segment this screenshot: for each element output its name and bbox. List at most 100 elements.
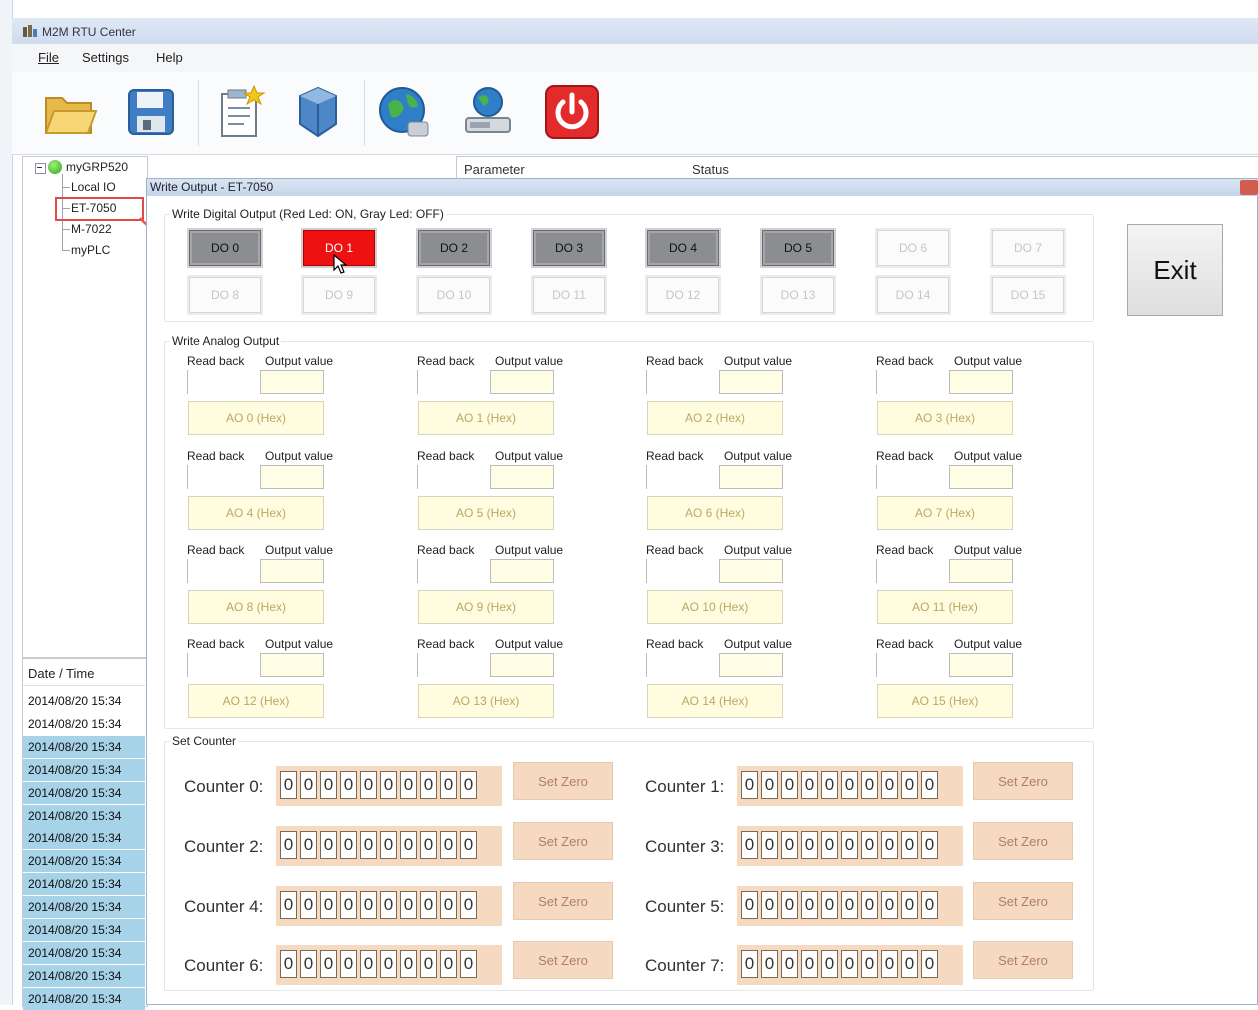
- log-row[interactable]: 2014/08/20 15:34: [23, 713, 145, 735]
- output-value-input[interactable]: [949, 653, 1013, 677]
- ao-write-button-13[interactable]: AO 13 (Hex): [418, 684, 554, 718]
- do-button-4[interactable]: DO 4: [647, 230, 719, 266]
- counter-digit: 0: [921, 891, 938, 919]
- do-button-10[interactable]: DO 10: [418, 277, 490, 313]
- column-header-status[interactable]: Status: [692, 162, 729, 177]
- ao-write-button-4[interactable]: AO 4 (Hex): [188, 496, 324, 530]
- log-row[interactable]: 2014/08/20 15:34: [23, 941, 145, 964]
- ao-write-button-1[interactable]: AO 1 (Hex): [418, 401, 554, 435]
- ao-write-button-12[interactable]: AO 12 (Hex): [188, 684, 324, 718]
- ao-write-button-5[interactable]: AO 5 (Hex): [418, 496, 554, 530]
- menu-help[interactable]: Help: [156, 50, 183, 65]
- save-icon[interactable]: [121, 82, 181, 142]
- ao-write-button-7[interactable]: AO 7 (Hex): [877, 496, 1013, 530]
- output-value-input[interactable]: [260, 465, 324, 489]
- app-icon: [23, 25, 37, 37]
- do-button-15[interactable]: DO 15: [992, 277, 1064, 313]
- do-button-8[interactable]: DO 8: [189, 277, 261, 313]
- web-globe-icon[interactable]: [374, 82, 434, 142]
- do-button-0[interactable]: DO 0: [189, 230, 261, 266]
- log-row[interactable]: 2014/08/20 15:34: [23, 850, 145, 873]
- log-header-date-time[interactable]: Date / Time: [23, 662, 145, 686]
- open-folder-icon[interactable]: [40, 82, 100, 142]
- log-row[interactable]: 2014/08/20 15:34: [23, 873, 145, 896]
- output-value-input[interactable]: [719, 370, 783, 394]
- module-icon[interactable]: [288, 82, 348, 142]
- counter-display-6: 0000000000: [276, 945, 502, 985]
- output-value-input[interactable]: [490, 370, 554, 394]
- counter-digit: 0: [420, 831, 437, 859]
- do-button-6[interactable]: DO 6: [877, 230, 949, 266]
- log-row[interactable]: 2014/08/20 15:34: [23, 735, 145, 758]
- set-zero-button-4[interactable]: Set Zero: [513, 882, 613, 920]
- ao-write-button-11[interactable]: AO 11 (Hex): [877, 590, 1013, 624]
- output-value-input[interactable]: [949, 559, 1013, 583]
- ao-write-button-8[interactable]: AO 8 (Hex): [188, 590, 324, 624]
- set-zero-button-1[interactable]: Set Zero: [973, 762, 1073, 800]
- output-value-input[interactable]: [949, 370, 1013, 394]
- output-value-label: Output value: [495, 354, 564, 368]
- ao-write-button-0[interactable]: AO 0 (Hex): [188, 401, 324, 435]
- ao-write-button-3[interactable]: AO 3 (Hex): [877, 401, 1013, 435]
- do-button-2[interactable]: DO 2: [418, 230, 490, 266]
- tree-root-mygrp520[interactable]: myGRP520: [66, 160, 128, 174]
- output-value-input[interactable]: [949, 465, 1013, 489]
- column-header-parameter[interactable]: Parameter: [464, 162, 525, 177]
- set-zero-button-0[interactable]: Set Zero: [513, 762, 613, 800]
- do-button-11[interactable]: DO 11: [533, 277, 605, 313]
- log-row[interactable]: 2014/08/20 15:34: [23, 919, 145, 941]
- output-value-input[interactable]: [719, 465, 783, 489]
- output-value-input[interactable]: [260, 370, 324, 394]
- set-zero-button-7[interactable]: Set Zero: [973, 941, 1073, 979]
- log-row[interactable]: 2014/08/20 15:34: [23, 827, 145, 850]
- new-project-icon[interactable]: [210, 82, 270, 142]
- do-button-7[interactable]: DO 7: [992, 230, 1064, 266]
- collapse-toggle-icon[interactable]: [35, 163, 46, 174]
- ao-write-button-14[interactable]: AO 14 (Hex): [647, 684, 783, 718]
- output-value-input[interactable]: [260, 653, 324, 677]
- output-value-input[interactable]: [490, 653, 554, 677]
- output-value-input[interactable]: [719, 559, 783, 583]
- ao-write-button-2[interactable]: AO 2 (Hex): [647, 401, 783, 435]
- set-zero-button-3[interactable]: Set Zero: [973, 822, 1073, 860]
- log-row[interactable]: 2014/08/20 15:34: [23, 758, 145, 781]
- do-button-14[interactable]: DO 14: [877, 277, 949, 313]
- exit-button[interactable]: Exit: [1127, 224, 1223, 316]
- tree-item-myplc[interactable]: myPLC: [71, 243, 110, 257]
- log-row[interactable]: 2014/08/20 15:34: [23, 781, 145, 804]
- tree-item-local-io[interactable]: Local IO: [71, 180, 116, 194]
- do-button-9[interactable]: DO 9: [303, 277, 375, 313]
- read-back-field: [417, 465, 487, 489]
- network-drive-icon[interactable]: [458, 82, 518, 142]
- output-value-input[interactable]: [490, 559, 554, 583]
- counter-label-7: Counter 7:: [645, 956, 725, 975]
- log-row[interactable]: 2014/08/20 15:34: [23, 896, 145, 919]
- ao-write-button-15[interactable]: AO 15 (Hex): [877, 684, 1013, 718]
- output-value-input[interactable]: [719, 653, 783, 677]
- ao-write-button-6[interactable]: AO 6 (Hex): [647, 496, 783, 530]
- counter-digit: 0: [781, 831, 798, 859]
- ao-write-button-10[interactable]: AO 10 (Hex): [647, 590, 783, 624]
- ao-write-button-9[interactable]: AO 9 (Hex): [418, 590, 554, 624]
- read-back-label: Read back: [417, 543, 475, 557]
- output-value-input[interactable]: [490, 465, 554, 489]
- do-button-3[interactable]: DO 3: [533, 230, 605, 266]
- log-row[interactable]: 2014/08/20 15:34: [23, 987, 145, 1010]
- set-zero-button-5[interactable]: Set Zero: [973, 882, 1073, 920]
- do-button-13[interactable]: DO 13: [762, 277, 834, 313]
- log-row[interactable]: 2014/08/20 15:34: [23, 964, 145, 987]
- output-value-label: Output value: [724, 449, 793, 463]
- tree-item-m-7022[interactable]: M-7022: [71, 222, 112, 236]
- menu-file[interactable]: File: [38, 50, 59, 65]
- log-row[interactable]: 2014/08/20 15:34: [23, 690, 145, 712]
- log-row[interactable]: 2014/08/20 15:34: [23, 804, 145, 827]
- do-button-12[interactable]: DO 12: [647, 277, 719, 313]
- output-value-input[interactable]: [260, 559, 324, 583]
- set-zero-button-6[interactable]: Set Zero: [513, 941, 613, 979]
- set-zero-button-2[interactable]: Set Zero: [513, 822, 613, 860]
- counter-digit: 0: [901, 891, 918, 919]
- do-button-5[interactable]: DO 5: [762, 230, 834, 266]
- menu-settings[interactable]: Settings: [82, 50, 129, 65]
- power-icon[interactable]: [542, 82, 602, 142]
- close-icon[interactable]: [1240, 180, 1258, 195]
